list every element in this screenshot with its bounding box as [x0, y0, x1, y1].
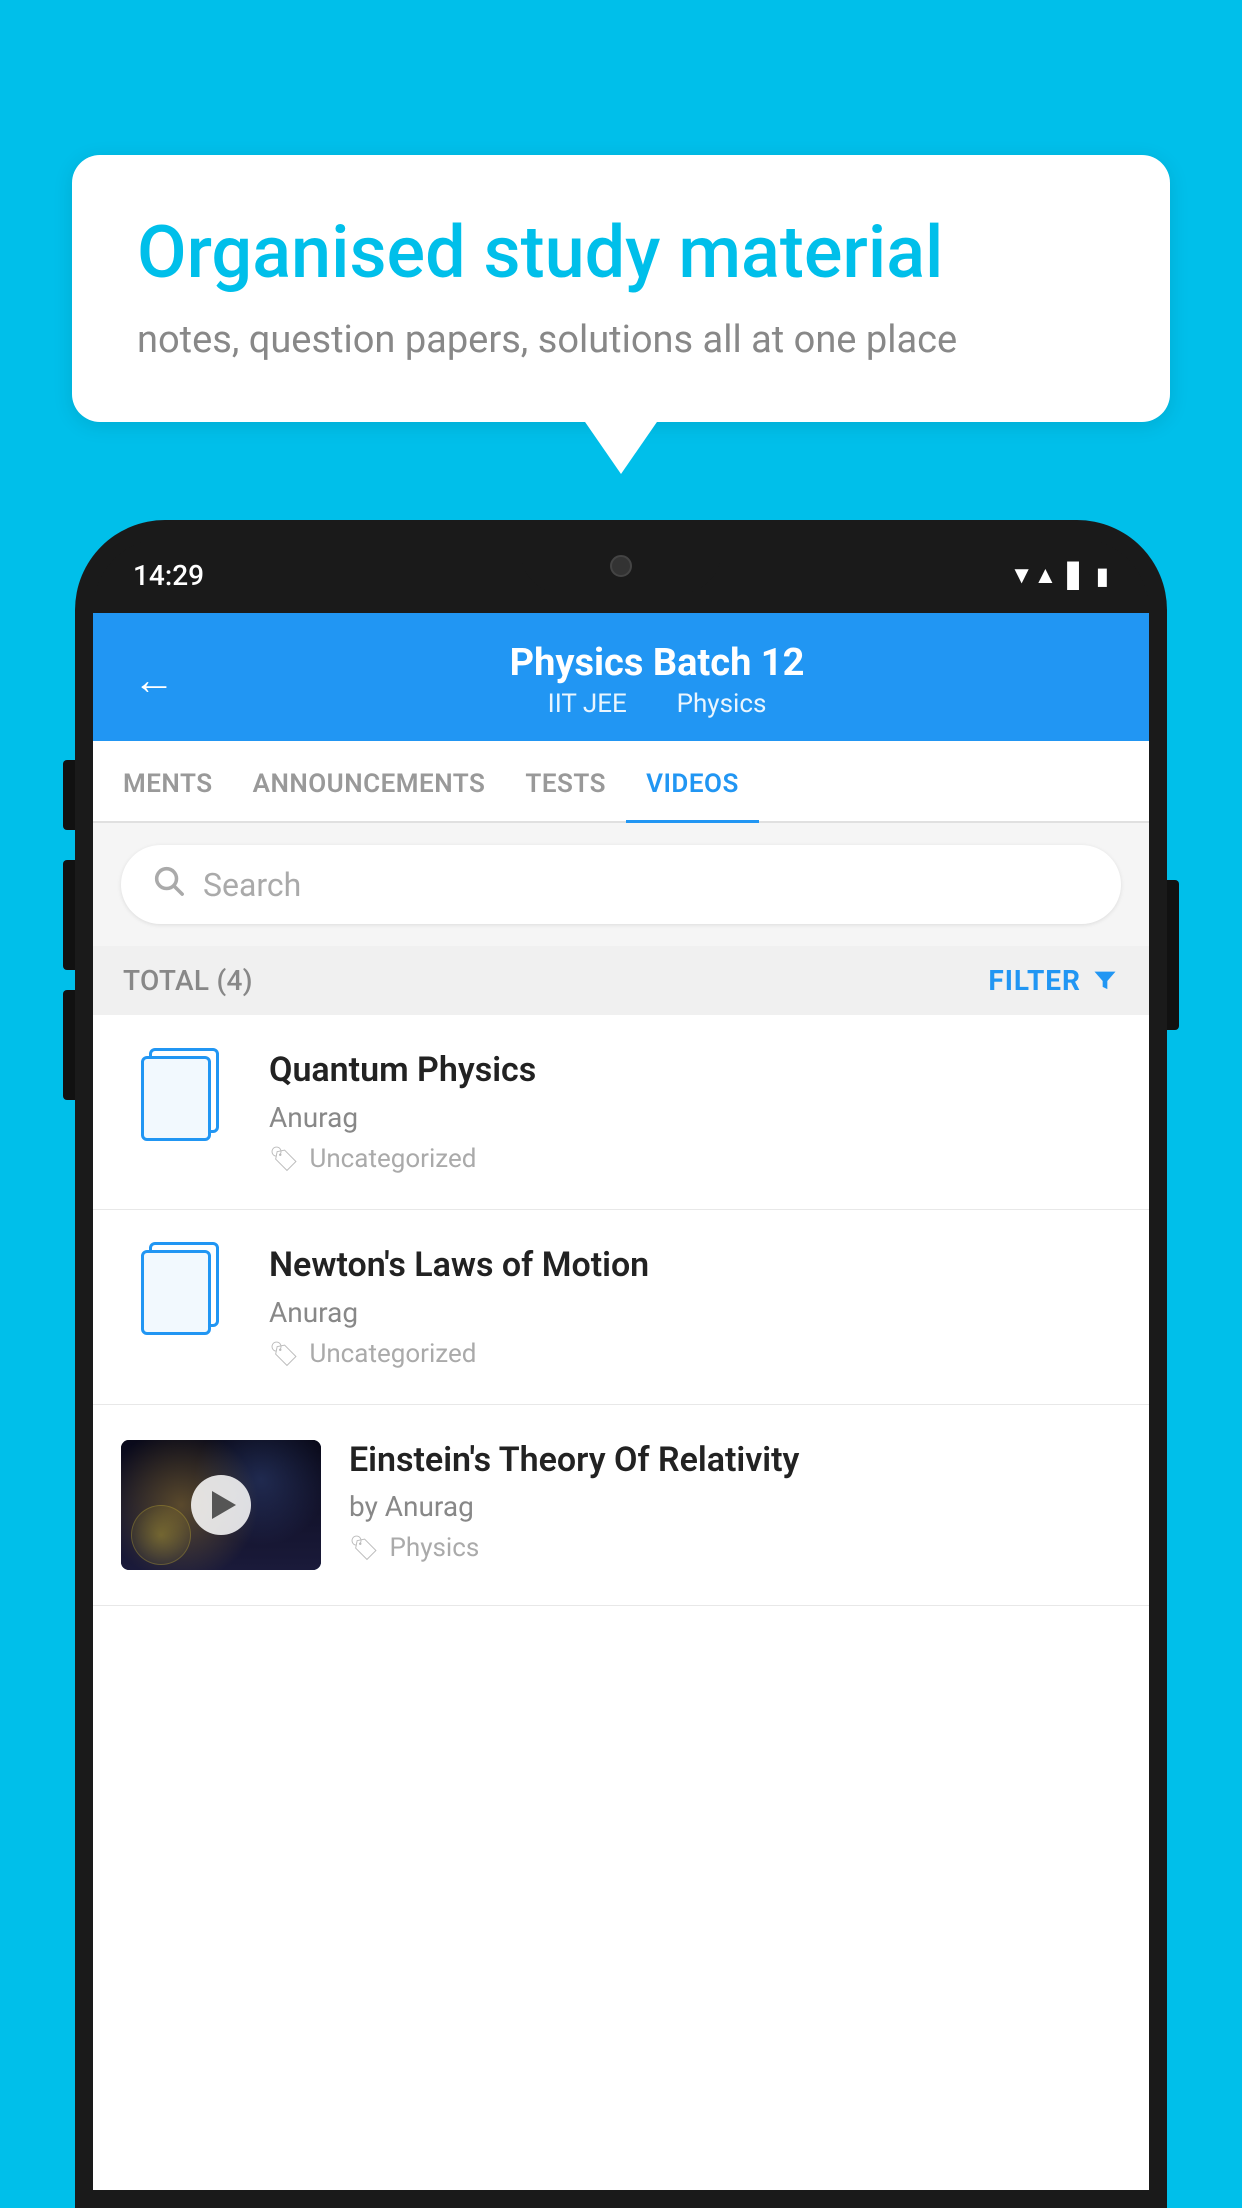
tabs-bar: MENTS ANNOUNCEMENTS TESTS VIDEOS — [93, 741, 1149, 823]
back-button[interactable]: ← — [133, 656, 175, 705]
video-author: by Anurag — [349, 1490, 1121, 1523]
tag-label: Uncategorized — [309, 1144, 476, 1174]
phone-volume-down-button — [63, 860, 75, 970]
app-header: ← Physics Batch 12 IIT JEE Physics — [93, 613, 1149, 741]
file-icon — [141, 1048, 221, 1143]
list-item[interactable]: Einstein's Theory Of Relativity by Anura… — [93, 1405, 1149, 1606]
signal-icon: ▋ — [1067, 562, 1085, 590]
video-author: Anurag — [269, 1296, 1121, 1329]
play-button[interactable] — [191, 1475, 251, 1535]
list-item[interactable]: Quantum Physics Anurag 🏷 Uncategorized — [93, 1015, 1149, 1210]
status-icons: ▼▲ ▋ ▮ — [1010, 561, 1109, 590]
search-input[interactable]: Search — [203, 866, 301, 904]
total-count: TOTAL (4) — [123, 964, 253, 997]
filter-row: TOTAL (4) FILTER — [93, 946, 1149, 1015]
phone-silent-button — [63, 990, 75, 1100]
filter-icon — [1091, 967, 1119, 995]
video-title: Quantum Physics — [269, 1050, 1121, 1091]
video-thumb-newton — [121, 1245, 241, 1335]
list-item[interactable]: Newton's Laws of Motion Anurag 🏷 Uncateg… — [93, 1210, 1149, 1405]
tag-icon: 🏷 — [269, 1145, 299, 1173]
video-list: Quantum Physics Anurag 🏷 Uncategorized — [93, 1015, 1149, 1606]
einstein-thumbnail — [121, 1440, 321, 1570]
bubble-subtitle: notes, question papers, solutions all at… — [137, 318, 1105, 362]
video-tag: 🏷 Uncategorized — [269, 1339, 1121, 1369]
phone-screen: ← Physics Batch 12 IIT JEE Physics MENTS… — [93, 613, 1149, 2190]
file-page2 — [141, 1056, 211, 1141]
file-icon — [141, 1242, 221, 1337]
speech-bubble: Organised study material notes, question… — [72, 155, 1170, 422]
video-author: Anurag — [269, 1101, 1121, 1134]
tag-label: Physics — [389, 1533, 479, 1563]
search-bar[interactable]: Search — [121, 845, 1121, 924]
video-title: Newton's Laws of Motion — [269, 1245, 1121, 1286]
tab-tests[interactable]: TESTS — [505, 741, 626, 821]
phone-volume-up-button — [63, 760, 75, 830]
tab-announcements[interactable]: ANNOUNCEMENTS — [233, 741, 506, 821]
header-title-block: Physics Batch 12 IIT JEE Physics — [205, 641, 1109, 719]
video-info-newton: Newton's Laws of Motion Anurag 🏷 Uncateg… — [269, 1245, 1121, 1369]
batch-title: Physics Batch 12 — [205, 641, 1109, 685]
video-thumb-quantum — [121, 1050, 241, 1140]
filter-label: FILTER — [988, 964, 1081, 997]
video-info-quantum: Quantum Physics Anurag 🏷 Uncategorized — [269, 1050, 1121, 1174]
camera-dot — [610, 555, 632, 577]
phone-time: 14:29 — [133, 559, 204, 592]
batch-subtitle: IIT JEE Physics — [205, 689, 1109, 719]
bubble-title: Organised study material — [137, 210, 1105, 296]
phone-notch — [521, 538, 721, 593]
speech-bubble-section: Organised study material notes, question… — [72, 155, 1170, 422]
tab-ments[interactable]: MENTS — [103, 741, 233, 821]
video-title: Einstein's Theory Of Relativity — [349, 1440, 1121, 1481]
phone-outer: 14:29 ▼▲ ▋ ▮ ← Physics Batch 12 IIT JEE — [75, 520, 1167, 2208]
video-tag: 🏷 Uncategorized — [269, 1144, 1121, 1174]
batch-tag1: IIT JEE — [548, 689, 627, 719]
tab-videos[interactable]: VIDEOS — [626, 741, 759, 821]
tag-icon: 🏷 — [269, 1340, 299, 1368]
tag-label: Uncategorized — [309, 1339, 476, 1369]
search-bar-container: Search — [93, 823, 1149, 946]
play-icon — [212, 1491, 236, 1519]
phone-container: 14:29 ▼▲ ▋ ▮ ← Physics Batch 12 IIT JEE — [75, 520, 1167, 2208]
video-tag: 🏷 Physics — [349, 1533, 1121, 1563]
tag-icon: 🏷 — [349, 1534, 379, 1562]
globe-decoration — [131, 1505, 191, 1565]
batch-tag2: Physics — [677, 689, 767, 719]
video-info-einstein: Einstein's Theory Of Relativity by Anura… — [349, 1440, 1121, 1564]
search-icon — [151, 863, 185, 906]
filter-button[interactable]: FILTER — [988, 964, 1119, 997]
file-page2 — [141, 1250, 211, 1335]
phone-power-button — [1167, 880, 1179, 1030]
battery-icon: ▮ — [1096, 562, 1109, 590]
status-bar: 14:29 ▼▲ ▋ ▮ — [93, 538, 1149, 613]
wifi-icon: ▼▲ — [1010, 561, 1058, 590]
